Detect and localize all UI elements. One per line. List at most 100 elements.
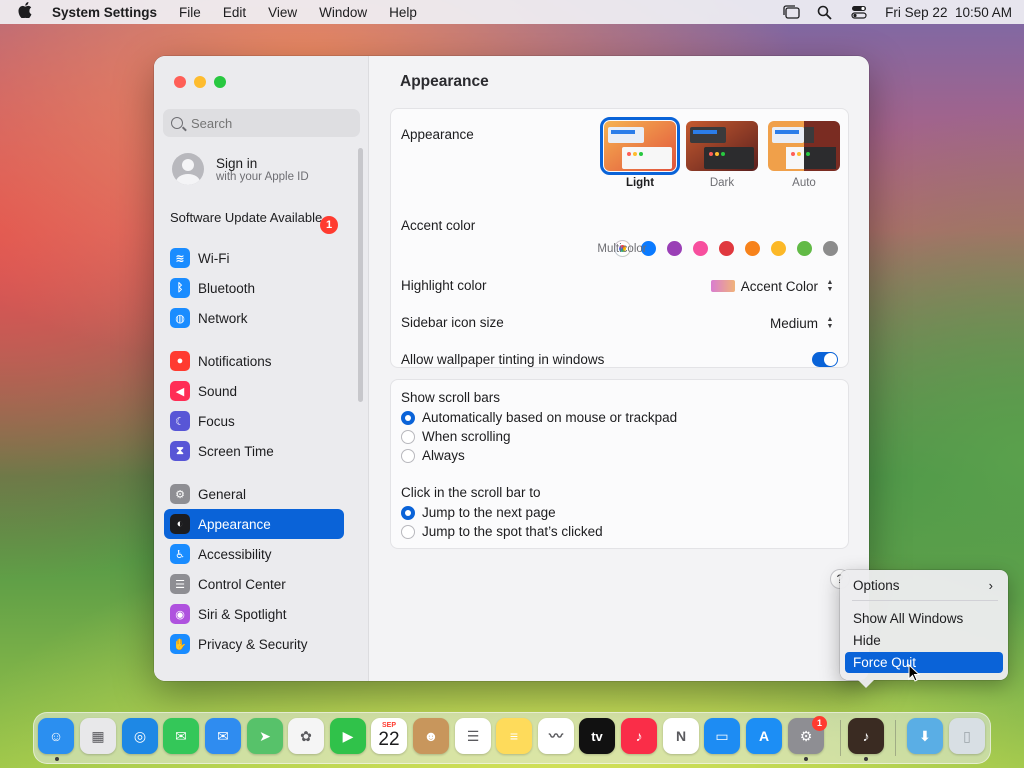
menu-item-options[interactable]: Options ›	[845, 575, 1003, 596]
menu-file[interactable]: File	[179, 5, 201, 20]
reminders-dock-icon[interactable]: ☰	[455, 718, 491, 754]
signin-title: Sign in	[216, 155, 258, 171]
scroll-option-always[interactable]: Always	[401, 448, 465, 463]
sidebar-item-label: Privacy & Security	[198, 636, 308, 652]
settings-dock-badge: 1	[812, 716, 827, 731]
news-dock-icon[interactable]: N	[663, 718, 699, 754]
sidebar-item-wi-fi[interactable]: ≋ Wi-Fi	[164, 243, 344, 273]
contacts-dock-icon[interactable]: ☻	[413, 718, 449, 754]
system-settings-window: Sign in with your Apple ID Software Upda…	[154, 56, 869, 681]
search-field[interactable]	[163, 109, 360, 137]
menu-help[interactable]: Help	[389, 5, 417, 20]
maps-dock-icon[interactable]: ➤	[247, 718, 283, 754]
accent-swatch[interactable]	[719, 241, 734, 256]
mode-dark-label[interactable]: Dark	[686, 177, 758, 189]
radio-unselected[interactable]	[401, 524, 415, 539]
accent-swatch[interactable]	[771, 241, 786, 256]
wallpaper-tinting-toggle[interactable]	[812, 352, 838, 367]
mail-glyph: ✉	[217, 727, 229, 744]
sidebar-item-screen-time[interactable]: ⧗ Screen Time	[164, 436, 344, 466]
sidebar-item-control-center[interactable]: ☰ Control Center	[164, 569, 344, 599]
finder-dock-icon[interactable]: ☺	[38, 718, 74, 754]
mode-auto-label[interactable]: Auto	[768, 177, 840, 189]
launchpad-dock-icon[interactable]: ▦	[80, 718, 116, 754]
apple-id-signin[interactable]: Sign in with your Apple ID	[172, 153, 309, 185]
notes-dock-icon[interactable]: ≡	[496, 718, 532, 754]
mode-auto-thumbnail[interactable]	[768, 121, 840, 171]
mode-light-label[interactable]: Light	[604, 177, 676, 189]
sidebar-item-siri-spotlight[interactable]: ◉ Siri & Spotlight	[164, 599, 344, 629]
sidebar-item-notifications[interactable]: ● Notifications	[164, 346, 344, 376]
sidebar-item-label: Sound	[198, 383, 238, 399]
stage-manager-icon[interactable]	[783, 5, 800, 19]
accent-swatch[interactable]	[667, 241, 682, 256]
radio-unselected[interactable]	[401, 448, 415, 463]
facetime-glyph: ▶	[342, 727, 354, 744]
accent-swatch[interactable]	[693, 241, 708, 256]
music-dock-icon[interactable]: ♪	[621, 718, 657, 754]
mode-dark-thumbnail[interactable]	[686, 121, 758, 171]
app-store-glyph: A	[758, 728, 770, 744]
sidebar-scrollbar[interactable]	[358, 148, 363, 402]
sidebar-item-general[interactable]: ⚙ General	[164, 479, 344, 509]
minimize-button[interactable]	[194, 76, 206, 88]
menu-app-name[interactable]: System Settings	[52, 5, 157, 20]
notes-glyph: ≡	[509, 728, 519, 744]
running-indicator	[804, 757, 808, 761]
freeform-dock-icon[interactable]: 〰	[538, 718, 574, 754]
sidebar-item-label: Focus	[198, 413, 235, 429]
sidebar-item-label: Bluetooth	[198, 280, 256, 296]
contacts-glyph: ☻	[423, 728, 439, 744]
sidebar-item-appearance[interactable]: ◐ Appearance	[164, 509, 344, 539]
tv-dock-icon[interactable]: tv	[579, 718, 615, 754]
calendar-dock-icon[interactable]: SEP 22	[371, 718, 407, 754]
highlight-color-popup[interactable]: Accent Color ▲ ▼	[710, 278, 836, 294]
sidebar-item-bluetooth[interactable]: ᛒ Bluetooth	[164, 273, 344, 303]
highlight-color-label: Highlight color	[401, 278, 487, 293]
keynote-dock-icon[interactable]: ▭	[704, 718, 740, 754]
sidebar-item-privacy-security[interactable]: ✋ Privacy & Security	[164, 629, 344, 659]
menu-item-hide[interactable]: Hide	[845, 630, 1003, 651]
click-option-spot-clicked[interactable]: Jump to the spot that’s clicked	[401, 524, 603, 539]
safari-dock-icon[interactable]: ◎	[122, 718, 158, 754]
trash-dock-icon[interactable]: ▯	[949, 718, 985, 754]
sidebar-item-network[interactable]: ◍ Network	[164, 303, 344, 333]
sidebar-item-focus[interactable]: ☾ Focus	[164, 406, 344, 436]
downloads-dock-icon[interactable]: ⬇	[907, 718, 943, 754]
freeform-glyph: 〰	[549, 728, 563, 744]
zoom-button[interactable]	[214, 76, 226, 88]
spotlight-search-icon[interactable]	[817, 5, 833, 20]
menu-view[interactable]: View	[268, 5, 297, 20]
menu-item-show-all-windows[interactable]: Show All Windows	[845, 608, 1003, 629]
control-center-icon[interactable]	[851, 5, 867, 19]
sidebar-item-label: Accessibility	[198, 546, 272, 562]
menu-clock[interactable]: Fri Sep 22 10:50 AM	[885, 5, 1012, 20]
click-option-next-page[interactable]: Jump to the next page	[401, 505, 556, 520]
sidebar-item-accessibility[interactable]: ♿ Accessibility	[164, 539, 344, 569]
radio-selected[interactable]	[401, 505, 415, 520]
accent-swatch[interactable]	[823, 241, 838, 256]
notifications-icon: ●	[170, 351, 190, 371]
radio-selected[interactable]	[401, 410, 415, 425]
messages-dock-icon[interactable]: ✉	[163, 718, 199, 754]
menu-item-force-quit[interactable]: Force Quit	[845, 652, 1003, 673]
sidebar-item-sound[interactable]: ◀ Sound	[164, 376, 344, 406]
menu-window[interactable]: Window	[319, 5, 367, 20]
software-update-item[interactable]: Software Update Available	[170, 210, 340, 226]
sidebar-icon-size-popup[interactable]: Medium ▲ ▼	[770, 315, 836, 331]
mode-light-thumbnail[interactable]	[600, 117, 680, 175]
scroll-option-automatic[interactable]: Automatically based on mouse or trackpad	[401, 410, 677, 425]
photos-dock-icon[interactable]: ✿	[288, 718, 324, 754]
menu-edit[interactable]: Edit	[223, 5, 246, 20]
scroll-option-when-scrolling[interactable]: When scrolling	[401, 429, 511, 444]
facetime-dock-icon[interactable]: ▶	[330, 718, 366, 754]
search-input[interactable]	[191, 115, 341, 131]
accent-swatch[interactable]	[797, 241, 812, 256]
app-store-dock-icon[interactable]: A	[746, 718, 782, 754]
instruments-dock-icon[interactable]: ♪	[848, 718, 884, 754]
mail-dock-icon[interactable]: ✉	[205, 718, 241, 754]
radio-unselected[interactable]	[401, 429, 415, 444]
close-button[interactable]	[174, 76, 186, 88]
apple-menu-icon[interactable]	[18, 2, 38, 22]
accent-swatch[interactable]	[745, 241, 760, 256]
